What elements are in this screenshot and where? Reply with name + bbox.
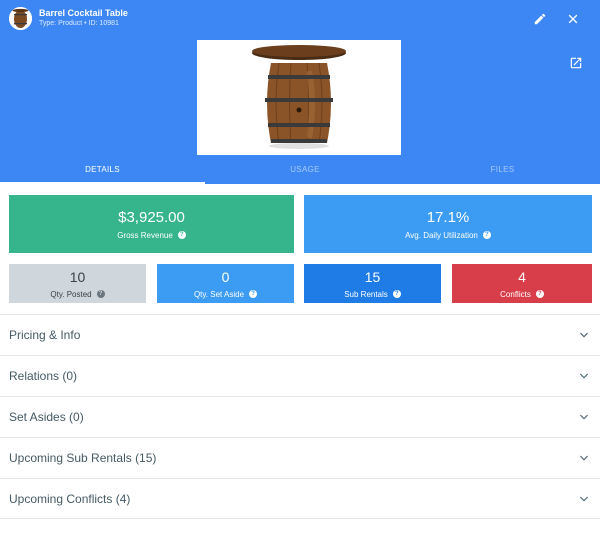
sub-rentals-label: Sub Rentals bbox=[344, 289, 388, 299]
help-icon[interactable]: ? bbox=[249, 290, 258, 298]
help-icon[interactable]: ? bbox=[535, 290, 544, 298]
product-thumbnail bbox=[9, 7, 32, 30]
tab-usage[interactable]: USAGE bbox=[205, 155, 405, 184]
section-label: Upcoming Sub Rentals (15) bbox=[9, 451, 157, 465]
edit-button[interactable] bbox=[530, 9, 550, 29]
help-icon[interactable]: ? bbox=[392, 290, 401, 298]
product-title: Barrel Cocktail Table bbox=[39, 8, 128, 18]
open-in-new-icon bbox=[570, 57, 582, 69]
section-set-asides[interactable]: Set Asides (0) bbox=[0, 396, 600, 437]
section-upcoming-conflicts[interactable]: Upcoming Conflicts (4) bbox=[0, 478, 600, 519]
qty-posted-label: Qty. Posted bbox=[50, 289, 92, 299]
detail-header: Barrel Cocktail Table Type: Product • ID… bbox=[0, 0, 600, 155]
product-subtitle: Type: Product • ID: 10981 bbox=[39, 20, 119, 27]
qty-set-aside-value: 0 bbox=[221, 268, 230, 285]
chevron-down-icon bbox=[577, 410, 591, 424]
gross-revenue-card: $3,925.00 Gross Revenue ? bbox=[9, 195, 294, 253]
help-icon[interactable]: ? bbox=[177, 231, 186, 239]
chevron-down-icon bbox=[577, 451, 591, 465]
conflicts-value: 4 bbox=[518, 268, 526, 285]
sub-rentals-card: 15 Sub Rentals ? bbox=[304, 264, 441, 303]
avg-utilization-value: 17.1% bbox=[426, 208, 470, 226]
tab-files[interactable]: FILES bbox=[405, 155, 600, 184]
tab-bar: DETAILS USAGE FILES bbox=[0, 155, 600, 184]
section-relations[interactable]: Relations (0) bbox=[0, 355, 600, 396]
product-image bbox=[197, 40, 401, 155]
section-label: Relations (0) bbox=[9, 369, 78, 383]
section-label: Set Asides (0) bbox=[9, 410, 84, 424]
section-label: Pricing & Info bbox=[9, 328, 81, 342]
tab-details[interactable]: DETAILS bbox=[0, 155, 205, 184]
qty-posted-card: 10 Qty. Posted ? bbox=[9, 264, 146, 303]
gross-revenue-label: Gross Revenue bbox=[117, 230, 173, 240]
help-icon[interactable]: ? bbox=[96, 290, 105, 298]
avg-utilization-label: Avg. Daily Utilization bbox=[405, 230, 478, 240]
qty-set-aside-card: 0 Qty. Set Aside ? bbox=[157, 264, 294, 303]
open-external-button[interactable] bbox=[566, 53, 586, 73]
sub-rentals-value: 15 bbox=[364, 268, 381, 285]
chevron-down-icon bbox=[577, 328, 591, 342]
gross-revenue-value: $3,925.00 bbox=[118, 208, 185, 226]
section-pricing-info[interactable]: Pricing & Info bbox=[0, 314, 600, 355]
section-upcoming-sub-rentals[interactable]: Upcoming Sub Rentals (15) bbox=[0, 437, 600, 478]
conflicts-card: 4 Conflicts ? bbox=[452, 264, 592, 303]
conflicts-label: Conflicts bbox=[500, 289, 531, 299]
avg-utilization-card: 17.1% Avg. Daily Utilization ? bbox=[304, 195, 592, 253]
chevron-down-icon bbox=[577, 369, 591, 383]
help-icon[interactable]: ? bbox=[482, 231, 491, 239]
close-button[interactable] bbox=[563, 9, 583, 29]
qty-posted-value: 10 bbox=[69, 268, 86, 285]
section-label: Upcoming Conflicts (4) bbox=[9, 491, 131, 506]
close-icon bbox=[568, 14, 578, 24]
qty-set-aside-label: Qty. Set Aside bbox=[193, 289, 245, 299]
chevron-down-icon bbox=[577, 492, 591, 506]
pencil-icon bbox=[534, 13, 546, 25]
detail-sections: Pricing & Info Relations (0) Set Asides … bbox=[0, 314, 600, 519]
